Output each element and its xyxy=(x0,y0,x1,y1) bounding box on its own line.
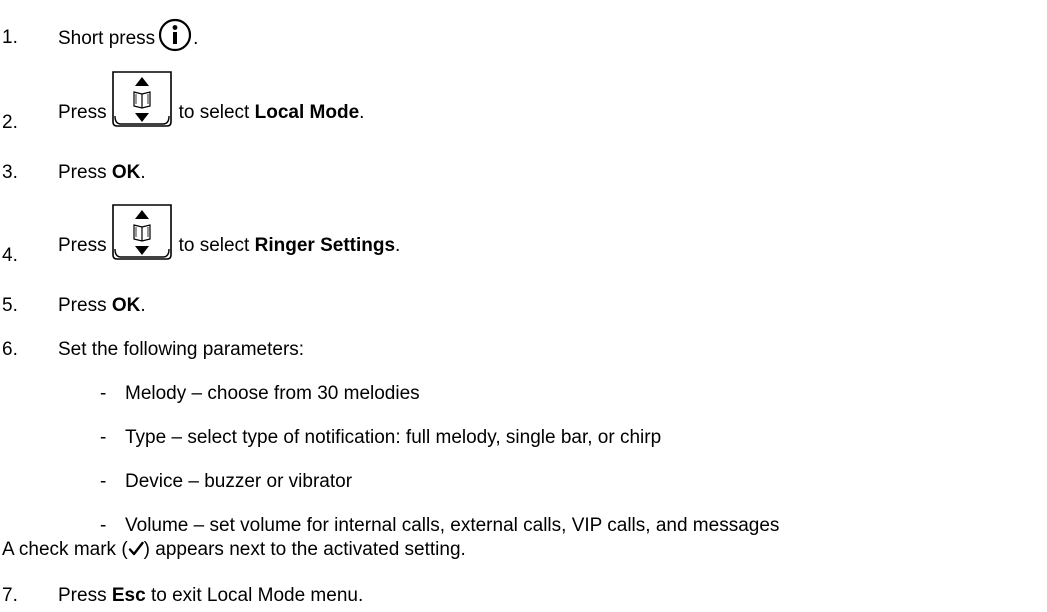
key-ok: OK xyxy=(111,295,141,316)
step-punctuation: . xyxy=(193,28,199,49)
step-punctuation: . xyxy=(140,295,146,316)
parameter-text: Device – buzzer or vibrator xyxy=(125,471,353,492)
page: { "steps": [ {"num": "1.", "text_before"… xyxy=(0,0,1047,612)
navigation-key-icon xyxy=(111,204,172,260)
step-number: 4. xyxy=(2,245,18,266)
step-number: 6. xyxy=(2,339,18,360)
step-punctuation: . xyxy=(140,162,146,183)
step-text: to select xyxy=(178,102,250,123)
parameter-text: Volume – set volume for internal calls, … xyxy=(125,515,780,536)
step-number: 7. xyxy=(2,585,18,606)
key-ok: OK xyxy=(111,162,141,183)
note: A check mark ( ) appears next to the acti… xyxy=(2,539,466,561)
note-text: ) appears next to the activated setting. xyxy=(143,539,466,560)
menu-option-ringer-settings: Ringer Settings xyxy=(254,235,396,256)
parameter-text: Melody – choose from 30 melodies xyxy=(125,383,420,404)
step-text: to select xyxy=(178,235,250,256)
step-punctuation: . xyxy=(395,235,401,256)
step-text: Press xyxy=(58,295,107,316)
check-mark-icon xyxy=(128,541,144,556)
info-icon xyxy=(159,18,192,52)
navigation-key-icon xyxy=(111,71,172,127)
bullet-dash: - xyxy=(100,515,107,536)
parameter-text: Type – select type of notification: full… xyxy=(125,427,662,448)
step-number: 3. xyxy=(2,162,18,183)
bullet-dash: - xyxy=(100,383,107,404)
step-text: Press xyxy=(58,585,107,606)
step-text: to exit Local Mode menu. xyxy=(150,585,364,606)
step-text: Press xyxy=(58,102,107,123)
note-text: A check mark ( xyxy=(2,539,128,560)
bullet-dash: - xyxy=(100,427,107,448)
step-punctuation: . xyxy=(359,102,365,123)
bullet-dash: - xyxy=(100,471,107,492)
key-esc: Esc xyxy=(111,585,146,606)
step-number: 1. xyxy=(2,27,18,48)
step-text: Press xyxy=(58,235,107,256)
step-text: Set the following parameters: xyxy=(58,339,305,360)
step-number: 5. xyxy=(2,295,18,316)
step-text: Short press xyxy=(58,28,156,49)
step-text: Press xyxy=(58,162,107,183)
step-number: 2. xyxy=(2,112,18,133)
menu-option-local-mode: Local Mode xyxy=(254,102,360,123)
